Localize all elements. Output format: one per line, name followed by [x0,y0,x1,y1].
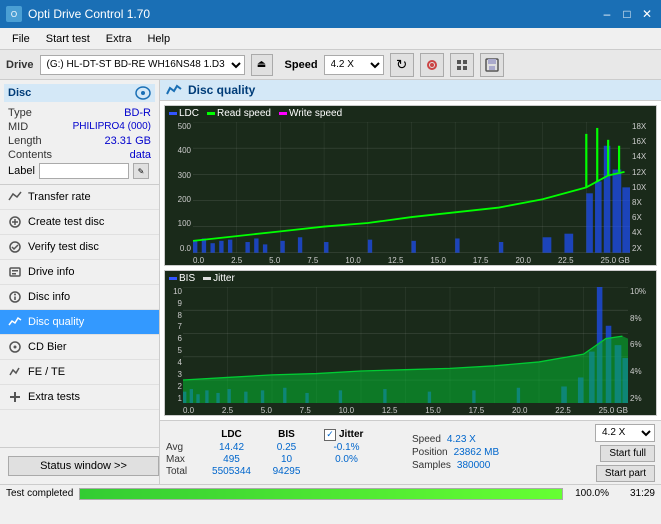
disc-length-row: Length 23.31 GB [4,134,155,148]
disc-label-input[interactable] [39,163,129,179]
ldc-chart: LDC Read speed Write speed 500 400 30 [164,105,657,266]
disc-label-row: Label ✎ [4,162,155,180]
jitter-checkbox-container: ✓ Jitter [324,429,363,441]
disc-type-row: Type BD-R [4,106,155,120]
chart1-x-axis: 0.0 2.5 5.0 7.5 10.0 12.5 15.0 17.5 20.0… [193,256,630,265]
nav-transfer-rate[interactable]: Transfer rate [0,185,159,210]
drive-select[interactable]: (G:) HL-DT-ST BD-RE WH16NS48 1.D3 [40,55,245,75]
status-text: Test completed [6,488,73,499]
panel-header: Disc quality [160,80,661,101]
nav-disc-quality[interactable]: Disc quality [0,310,159,335]
speed-row: Speed 4.23 X [412,434,542,445]
disc-contents-row: Contents data [4,148,155,162]
extra-tests-icon [8,390,22,404]
legend-jitter: Jitter [203,273,235,284]
panel-icon [166,83,182,97]
chart1-y-right: 18X 16X 14X 12X 10X 8X 6X 4X 2X [630,122,656,253]
nav-verify-test-disc[interactable]: Verify test disc [0,235,159,260]
refresh-button[interactable]: ↻ [390,53,414,77]
nav-drive-info[interactable]: Drive info [0,260,159,285]
disc-label-edit-button[interactable]: ✎ [133,163,149,179]
nav-extra-tests[interactable]: Extra tests [0,385,159,410]
menu-extra[interactable]: Extra [98,31,140,47]
nav-list: Transfer rate Create test disc Verify te… [0,185,159,447]
menu-bar: File Start test Extra Help [0,28,661,50]
window-controls: – □ ✕ [599,6,655,22]
create-test-disc-icon [8,215,22,229]
progress-percent: 100.0% [569,488,609,499]
disc-icon [135,86,151,100]
transfer-rate-icon [8,190,22,204]
jitter-checkbox[interactable]: ✓ [324,429,336,441]
disc-quality-icon [8,315,22,329]
speed-dropdown-row: 4.2 X [595,424,655,442]
bis-chart: BIS Jitter 10 9 8 7 6 5 4 3 [164,270,657,416]
charts-area: LDC Read speed Write speed 500 400 30 [160,101,661,420]
stats-panel: LDC BIS ✓ Jitter Avg 14.42 0.25 -0.1% Ma… [160,420,661,484]
chart2-x-axis: 0.0 2.5 5.0 7.5 10.0 12.5 15.0 17.5 20.0… [183,406,628,415]
legend-ldc: LDC [169,108,199,119]
nav-disc-info[interactable]: Disc info [0,285,159,310]
drive-label: Drive [6,59,34,71]
legend-read-speed: Read speed [207,108,271,119]
app-title: Opti Drive Control 1.70 [28,7,150,21]
disc-mid-row: MID PHILIPRO4 (000) [4,120,155,134]
drive-bar: Drive (G:) HL-DT-ST BD-RE WH16NS48 1.D3 … [0,50,661,80]
legend-write-speed: Write speed [279,108,342,119]
chart2-y-right: 10% 8% 6% 4% 2% [628,287,656,403]
drive-info-icon [8,265,22,279]
nav-fe-te[interactable]: FE / TE [0,360,159,385]
minimize-button[interactable]: – [599,6,615,22]
stats-table: LDC BIS ✓ Jitter Avg 14.42 0.25 -0.1% Ma… [166,429,406,477]
menu-file[interactable]: File [4,31,38,47]
nav-cd-bier[interactable]: CD Bier [0,335,159,360]
chart1-legend: LDC Read speed Write speed [169,108,342,119]
menu-start-test[interactable]: Start test [38,31,98,47]
chart2-legend: BIS Jitter [169,273,235,284]
chart2-svg [183,287,628,403]
disc-header: Disc [4,84,155,102]
chart2-y-left: 10 9 8 7 6 5 4 3 2 1 [165,287,183,403]
panel-title: Disc quality [188,83,255,97]
stats-header-row: LDC BIS ✓ Jitter [166,429,406,441]
close-button[interactable]: ✕ [639,6,655,22]
cd-bier-icon [8,340,22,354]
legend-bis: BIS [169,273,195,284]
speed-label: Speed [285,59,318,71]
stats-avg-row: Avg 14.42 0.25 -0.1% [166,442,406,453]
progress-section: Test completed 100.0% 31:29 [0,484,661,502]
start-part-button[interactable]: Start part [596,465,655,482]
disc-info-icon [8,290,22,304]
eject-button[interactable]: ⏏ [251,54,273,76]
disc-section: Disc Type BD-R MID PHILIPRO4 (000) Lengt… [0,80,159,185]
maximize-button[interactable]: □ [619,6,635,22]
speed-info-panel: Speed 4.23 X Position 23862 MB Samples 3… [412,434,542,471]
action-buttons: 4.2 X Start full Start part [595,424,655,482]
menu-help[interactable]: Help [139,31,178,47]
title-bar: O Opti Drive Control 1.70 – □ ✕ [0,0,661,28]
content-area: Disc quality LDC Read speed Wr [160,80,661,484]
position-row: Position 23862 MB [412,447,542,458]
nav-create-test-disc[interactable]: Create test disc [0,210,159,235]
action-speed-select[interactable]: 4.2 X [595,424,655,442]
samples-row: Samples 380000 [412,460,542,471]
main-area: Disc Type BD-R MID PHILIPRO4 (000) Lengt… [0,80,661,484]
progress-bar-bg [79,488,563,500]
fe-te-icon [8,365,22,379]
chart1-y-left: 500 400 300 200 100 0.0 [165,122,193,253]
settings-button2[interactable] [450,53,474,77]
verify-test-disc-icon [8,240,22,254]
chart1-svg [193,122,630,253]
progress-time: 31:29 [615,488,655,499]
app-icon: O [6,6,22,22]
stats-max-row: Max 495 10 0.0% [166,454,406,465]
settings-button1[interactable] [420,53,444,77]
progress-bar-fill [80,489,562,499]
stats-total-row: Total 5505344 94295 [166,466,406,477]
speed-select[interactable]: 4.2 X [324,55,384,75]
save-button[interactable] [480,53,504,77]
start-full-button[interactable]: Start full [600,445,655,462]
sidebar: Disc Type BD-R MID PHILIPRO4 (000) Lengt… [0,80,160,484]
status-window-button[interactable]: Status window >> [8,456,159,476]
